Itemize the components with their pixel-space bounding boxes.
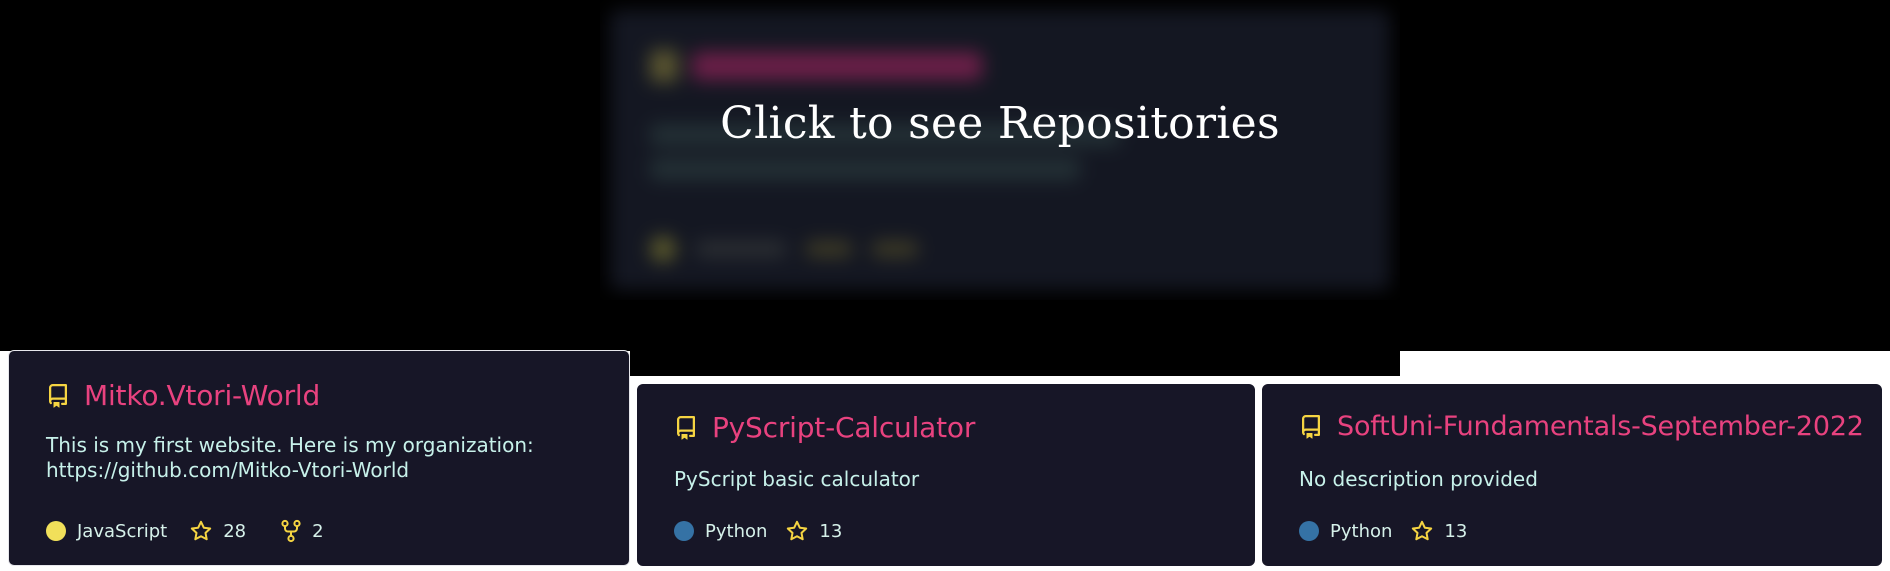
stars-value: 13 [1444,520,1468,542]
description-line: This is my first website. Here is my org… [46,433,534,457]
repo-card[interactable]: PyScript-Calculator PyScript basic calcu… [637,384,1255,566]
language-color-dot [674,521,694,541]
blurred-language-name [696,241,786,257]
repo-description: PyScript basic calculator [674,467,919,492]
forks-count[interactable]: 2 [280,519,324,543]
language-name: JavaScript [77,520,168,542]
repo-meta: JavaScript 28 2 [46,519,324,543]
star-icon [1412,520,1433,541]
stars-count[interactable]: 13 [785,519,842,543]
description-line: PyScript basic calculator [674,467,920,491]
blurred-stars [806,241,852,257]
star-icon [787,520,808,541]
repo-name-link[interactable]: Mitko.Vtori-World [84,379,320,412]
blurred-repo-name [692,52,982,80]
blurred-description-line [650,158,1080,180]
language-name: Python [1330,520,1393,542]
stars-count[interactable]: 13 [1410,519,1467,543]
stars-value: 28 [223,520,247,542]
repo-book-icon [677,415,695,440]
blurred-repo-card [610,10,1390,290]
repo-description: This is my first website. Here is my org… [46,433,534,483]
preview-caption[interactable]: Click to see Repositories [600,98,1400,149]
stars-count[interactable]: 28 [189,519,246,543]
language-color-dot [46,521,66,541]
repo-name-link[interactable]: PyScript-Calculator [712,411,975,444]
repo-card[interactable]: SoftUni-Fundamentals-September-2022 No d… [1262,384,1882,566]
backdrop-strip [630,351,1400,376]
repo-book-icon [48,383,67,408]
repositories-preview[interactable]: Click to see Repositories [600,0,1400,300]
description-line: https://github.com/Mitko-Vtori-World [46,458,410,482]
language-name: Python [705,520,768,542]
blurred-language-dot [650,236,676,262]
repo-book-icon [1302,414,1320,439]
repo-name-link[interactable]: SoftUni-Fundamentals-September-2022 [1337,411,1864,442]
fork-icon [281,519,301,543]
repo-meta: Python 13 [1299,519,1467,543]
forks-value: 2 [312,520,324,542]
blurred-forks [872,241,918,257]
language-color-dot [1299,521,1319,541]
stars-value: 13 [819,520,843,542]
repo-meta: Python 13 [674,519,842,543]
star-icon [191,520,212,541]
repo-card[interactable]: Mitko.Vtori-World This is my first websi… [8,350,630,566]
blurred-repo-book-icon [650,50,678,82]
repo-description: No description provided [1299,467,1538,492]
description-line: No description provided [1299,467,1538,491]
